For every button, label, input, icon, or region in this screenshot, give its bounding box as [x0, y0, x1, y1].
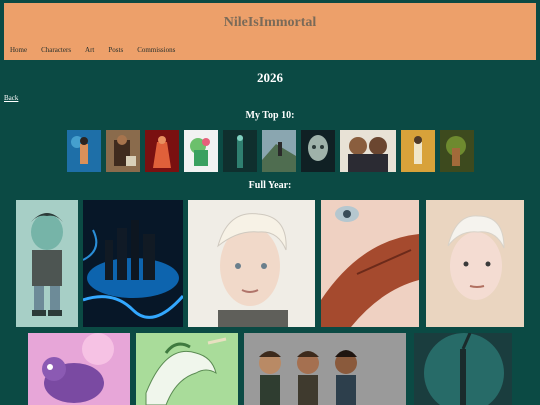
- page-title: 2026: [257, 70, 283, 85]
- nav-home[interactable]: Home: [10, 46, 27, 54]
- top10-thumb-6[interactable]: [262, 130, 296, 172]
- top10-thumb-4[interactable]: [184, 130, 218, 172]
- site-header: NileIsImmortal Home Characters Art Posts…: [4, 3, 536, 60]
- top10-thumb-5[interactable]: [223, 130, 257, 172]
- nav-posts[interactable]: Posts: [108, 46, 123, 54]
- nav-art[interactable]: Art: [85, 46, 94, 54]
- gallery-art-6[interactable]: [28, 333, 130, 405]
- top10-thumb-7[interactable]: [301, 130, 335, 172]
- nav-characters[interactable]: Characters: [41, 46, 71, 54]
- nav-commissions[interactable]: Commissions: [137, 46, 175, 54]
- main-nav: Home Characters Art Posts Commissions: [10, 46, 189, 54]
- top10-thumb-10[interactable]: [440, 130, 474, 172]
- gallery-art-9[interactable]: [414, 333, 512, 405]
- top10-thumb-3[interactable]: [145, 130, 179, 172]
- gallery-art-1[interactable]: [16, 200, 78, 327]
- back-link[interactable]: Back: [4, 94, 18, 102]
- top10-thumb-2[interactable]: [106, 130, 140, 172]
- gallery-art-7[interactable]: [136, 333, 238, 405]
- gallery-art-2[interactable]: [83, 200, 183, 327]
- top10-heading: My Top 10:: [245, 110, 295, 121]
- gallery-art-5[interactable]: [426, 200, 524, 327]
- gallery-art-4[interactable]: [321, 200, 419, 327]
- full-year-heading: Full Year:: [248, 180, 292, 191]
- top10-thumb-8[interactable]: [340, 130, 396, 172]
- gallery-art-8[interactable]: [244, 333, 406, 405]
- top10-thumb-1[interactable]: [67, 130, 101, 172]
- site-title: NileIsImmortal: [223, 15, 317, 30]
- top10-thumb-9[interactable]: [401, 130, 435, 172]
- gallery-art-3[interactable]: [188, 200, 315, 327]
